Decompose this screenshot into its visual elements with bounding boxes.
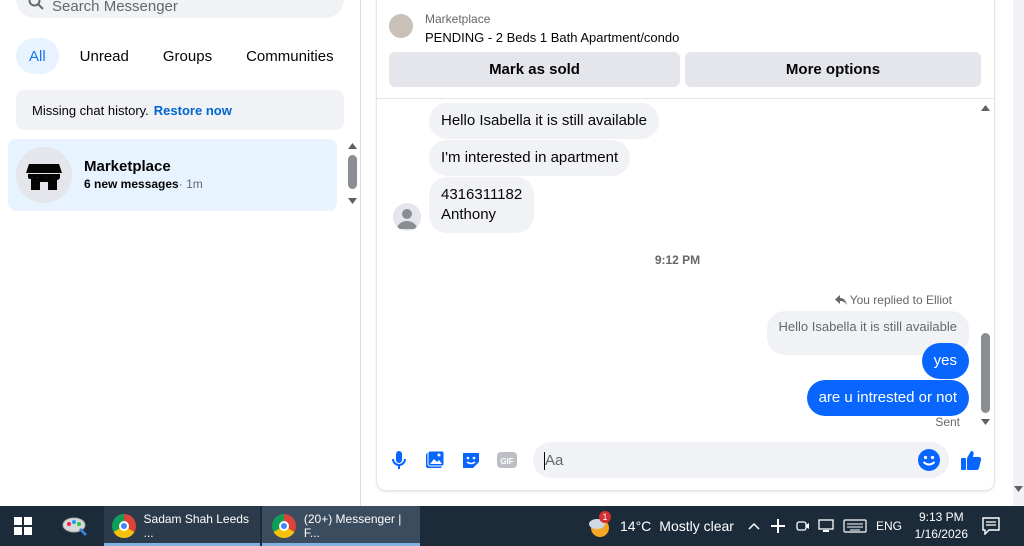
marketplace-avatar (16, 147, 72, 203)
chrome-icon (112, 514, 136, 538)
windows-taskbar: Sadam Shah Leeds ... (20+) Messenger | F… (0, 506, 1024, 546)
filter-communities[interactable]: Communities (233, 38, 347, 74)
chevron-up-icon (748, 522, 760, 530)
reply-indicator-text: You replied to Elliot (849, 293, 952, 307)
scroll-down-arrow-icon[interactable] (1014, 486, 1023, 493)
weather-widget[interactable]: 1 14°C Mostly clear (588, 506, 734, 546)
unread-count-text: 6 new messages (84, 177, 179, 191)
sidebar-divider (360, 0, 361, 506)
task-label: (20+) Messenger | F... (303, 512, 402, 540)
thumbs-up-icon (961, 451, 982, 470)
weather-temperature: 14°C (620, 518, 652, 534)
microphone-icon (392, 451, 406, 469)
filter-tabs: All Unread Groups Communities (16, 38, 347, 74)
default-user-icon (397, 209, 417, 229)
filter-groups[interactable]: Groups (150, 38, 225, 74)
paint-app-icon (62, 517, 88, 537)
tray-icon[interactable] (796, 506, 810, 546)
thread-scroll-thumb[interactable] (981, 333, 990, 413)
chat-preview: 6 new messages· 1m (84, 177, 203, 191)
network-icon (818, 519, 834, 532)
pinned-app-button[interactable] (62, 506, 88, 546)
search-icon (28, 0, 44, 10)
message-thread: Hello Isabella it is still available I'm… (377, 99, 994, 435)
message-status: Sent (935, 415, 960, 429)
weather-alert-badge: 1 (599, 511, 611, 523)
tray-icon[interactable] (771, 506, 785, 546)
sender-avatar[interactable] (393, 203, 421, 231)
search-placeholder: Search Messenger (52, 0, 178, 15)
message-input[interactable]: Aa (533, 442, 949, 478)
chat-item-marketplace[interactable]: Marketplace 6 new messages· 1m (8, 139, 337, 211)
chrome-icon (272, 514, 296, 538)
message-bubble-outgoing[interactable]: yes (921, 343, 969, 379)
message-bubble-incoming[interactable]: Hello Isabella it is still available (429, 103, 659, 139)
restore-now-link[interactable]: Restore now (154, 103, 232, 118)
sticker-icon (463, 453, 479, 468)
emoji-icon[interactable] (917, 448, 941, 472)
taskbar-chrome-window-2[interactable]: (20+) Messenger | F... (262, 506, 420, 546)
weather-description: Mostly clear (659, 518, 734, 534)
meet-now-icon (796, 521, 809, 531)
message-timestamp: 9:12 PM (654, 253, 701, 267)
more-options-button[interactable]: More options (685, 52, 981, 87)
voice-clip-button[interactable] (387, 448, 411, 472)
page-scrollbar[interactable] (1013, 0, 1024, 506)
clock-date: 1/16/2026 (914, 527, 968, 541)
sidebar-scroll-thumb[interactable] (348, 155, 357, 189)
start-button[interactable] (14, 506, 32, 546)
scroll-up-arrow-icon[interactable] (981, 105, 990, 112)
marketplace-listing-header: Marketplace PENDING - 2 Beds 1 Bath Apar… (377, 0, 994, 99)
reply-indicator: You replied to Elliot (834, 293, 952, 307)
plus-icon (771, 519, 785, 533)
svg-text:GIF: GIF (500, 457, 513, 466)
gif-icon: GIF (497, 452, 517, 468)
message-bubble-outgoing[interactable]: are u intrested or not (806, 380, 969, 416)
notification-center-button[interactable] (982, 506, 1000, 546)
taskbar-chrome-window-1[interactable]: Sadam Shah Leeds ... (104, 506, 260, 546)
listing-title[interactable]: PENDING - 2 Beds 1 Bath Apartment/condo (425, 30, 679, 45)
attach-photo-button[interactable] (423, 448, 447, 472)
storefront-icon (26, 164, 62, 190)
scroll-down-arrow-icon[interactable] (981, 419, 990, 426)
listing-thumbnail[interactable] (389, 14, 413, 38)
message-bubble-incoming[interactable]: 4316311182 Anthony (429, 177, 535, 233)
touch-keyboard-button[interactable] (843, 506, 867, 546)
photo-icon (426, 450, 445, 468)
message-line: 4316311182 (441, 186, 523, 203)
mark-as-sold-button[interactable]: Mark as sold (389, 52, 680, 87)
keyboard-icon (843, 519, 867, 533)
scroll-up-arrow-icon[interactable] (348, 143, 357, 150)
scroll-down-arrow-icon[interactable] (348, 198, 357, 205)
message-composer: GIF Aa (377, 440, 994, 480)
input-language[interactable]: ENG (876, 506, 902, 546)
sidebar-scrollbar[interactable] (345, 141, 359, 209)
conversation-panel: Marketplace PENDING - 2 Beds 1 Bath Apar… (376, 0, 995, 491)
filter-all[interactable]: All (16, 38, 59, 74)
tray-icon[interactable] (818, 506, 836, 546)
chat-time: · 1m (178, 177, 203, 191)
notice-text: Missing chat history. (32, 102, 149, 118)
like-button[interactable] (959, 448, 983, 472)
task-label: Sadam Shah Leeds ... (143, 512, 249, 540)
clock-time: 9:13 PM (918, 510, 964, 524)
listing-category: Marketplace (425, 12, 491, 26)
chat-name: Marketplace (84, 158, 171, 175)
windows-logo-icon (14, 517, 32, 535)
message-placeholder: Aa (545, 452, 564, 469)
system-clock[interactable]: 9:13 PM 1/16/2026 (915, 509, 968, 543)
sticker-button[interactable] (459, 448, 483, 472)
filter-unread[interactable]: Unread (67, 38, 142, 74)
reply-arrow-icon (834, 295, 847, 305)
show-hidden-icons-button[interactable] (748, 506, 760, 546)
weather-icon: 1 (588, 511, 612, 538)
message-line: Anthony (441, 206, 497, 223)
gif-button[interactable]: GIF (495, 448, 519, 472)
notification-icon (982, 517, 1000, 535)
missing-history-notice: Missing chat history. Restore now (16, 90, 344, 130)
search-input[interactable]: Search Messenger (16, 0, 344, 18)
thread-scrollbar[interactable] (978, 101, 992, 431)
chat-list-sidebar: Search Messenger All Unread Groups Commu… (0, 0, 360, 506)
message-bubble-incoming[interactable]: I'm interested in apartment (429, 140, 631, 176)
